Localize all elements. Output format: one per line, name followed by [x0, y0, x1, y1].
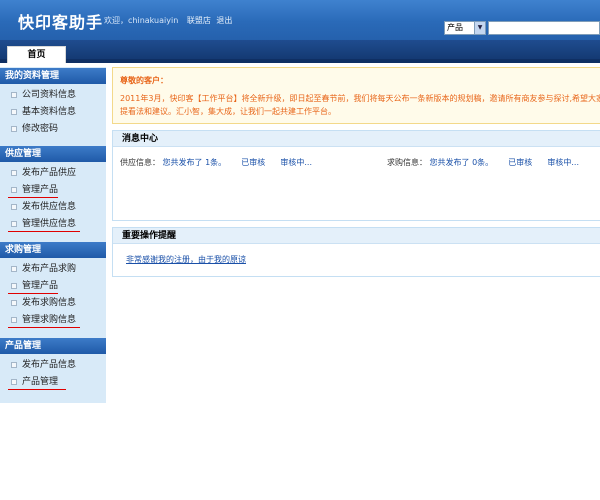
tab-bar: 首页: [0, 40, 600, 63]
search-category-select[interactable]: 产品 ▼: [444, 21, 486, 35]
sidebar-section-supply[interactable]: 供应管理: [0, 146, 106, 162]
purchase-message-row: 求购信息： 您共发布了 0条。 已审核 审核中...: [387, 157, 579, 168]
sidebar-section-profile[interactable]: 我的资料管理: [0, 68, 106, 84]
bullet-icon: [11, 362, 17, 368]
bullet-icon: [11, 92, 17, 98]
announcement-body: 2011年3月，快印客【工作平台】将全新升级，即日起至春节前，我们将每天公布一条…: [120, 94, 600, 116]
supply-label: 供应信息：: [120, 158, 160, 167]
supply-count-link[interactable]: 您共发布了 1条。: [163, 158, 227, 167]
bullet-icon: [11, 187, 17, 193]
sidebar-item-product-management[interactable]: 产品管理: [0, 374, 106, 390]
sidebar-item-manage-supply-products[interactable]: 管理产品: [0, 182, 106, 198]
app-title: 快印客助手: [18, 13, 104, 32]
sidebar-item-publish-product-purchase[interactable]: 发布产品求购: [0, 261, 106, 277]
sidebar-item-change-password[interactable]: 修改密码: [0, 121, 106, 137]
bullet-icon: [11, 221, 17, 227]
bullet-icon: [11, 170, 17, 176]
message-center-panel: 消息中心 供应信息： 您共发布了 1条。 已审核 审核中... 求购信息： 您共…: [112, 130, 600, 221]
bullet-icon: [11, 266, 17, 272]
user-links: 欢迎，chinakuaiyin 联盟店 退出: [104, 15, 235, 26]
message-center-title: 消息中心: [113, 131, 600, 147]
bullet-icon: [11, 317, 17, 323]
sidebar-item-basic-info[interactable]: 基本资料信息: [0, 104, 106, 120]
supply-pending-link[interactable]: 审核中...: [280, 158, 312, 167]
top-header: 快印客助手 欢迎，chinakuaiyin 联盟店 退出 产品 ▼: [0, 0, 600, 40]
bullet-icon: [11, 379, 17, 385]
sidebar-section-product[interactable]: 产品管理: [0, 338, 106, 354]
purchase-pending-link[interactable]: 审核中...: [547, 158, 579, 167]
tab-home[interactable]: 首页: [7, 46, 66, 63]
bullet-icon: [11, 283, 17, 289]
alliance-link[interactable]: 联盟店: [187, 16, 211, 25]
bullet-icon: [11, 109, 17, 115]
purchase-approved-link[interactable]: 已审核: [508, 158, 532, 167]
search-input[interactable]: [488, 21, 600, 35]
chevron-down-icon[interactable]: ▼: [474, 22, 485, 34]
red-underline: [8, 293, 58, 294]
bullet-icon: [11, 204, 17, 210]
red-underline: [8, 389, 66, 390]
sidebar-item-publish-product-supply[interactable]: 发布产品供应: [0, 165, 106, 181]
bullet-icon: [11, 126, 17, 132]
search-category-value: 产品: [447, 23, 463, 32]
purchase-count-link[interactable]: 您共发布了 0条。: [430, 158, 494, 167]
sidebar-item-manage-supply-info[interactable]: 管理供应信息: [0, 216, 106, 232]
bullet-icon: [11, 300, 17, 306]
supply-message-row: 供应信息： 您共发布了 1条。 已审核 审核中...: [120, 157, 312, 168]
sidebar-item-publish-product-info[interactable]: 发布产品信息: [0, 357, 106, 373]
logout-link[interactable]: 退出: [216, 16, 232, 25]
red-underline: [8, 231, 80, 232]
reminders-panel: 重要操作提醒 非常感谢我的注册，由于我的原谅: [112, 227, 600, 277]
sidebar-item-company-info[interactable]: 公司资料信息: [0, 87, 106, 103]
announcement-box: 尊敬的客户： 2011年3月，快印客【工作平台】将全新升级，即日起至春节前，我们…: [112, 67, 600, 124]
reminders-title: 重要操作提醒: [113, 228, 600, 244]
sidebar-section-purchase[interactable]: 求购管理: [0, 242, 106, 258]
supply-approved-link[interactable]: 已审核: [241, 158, 265, 167]
sidebar-item-publish-purchase-info[interactable]: 发布求购信息: [0, 295, 106, 311]
reminder-link[interactable]: 非常感谢我的注册，由于我的原谅: [126, 254, 246, 265]
purchase-label: 求购信息：: [387, 158, 427, 167]
sidebar-item-manage-purchase-products[interactable]: 管理产品: [0, 278, 106, 294]
sidebar: 我的资料管理 公司资料信息 基本资料信息 修改密码 供应管理 发布产品供应 管理…: [0, 67, 106, 403]
announcement-title: 尊敬的客户：: [120, 76, 168, 85]
red-underline: [8, 197, 58, 198]
welcome-text: 欢迎，chinakuaiyin: [104, 16, 179, 25]
red-underline: [8, 327, 80, 328]
sidebar-item-publish-supply-info[interactable]: 发布供应信息: [0, 199, 106, 215]
sidebar-item-manage-purchase-info[interactable]: 管理求购信息: [0, 312, 106, 328]
